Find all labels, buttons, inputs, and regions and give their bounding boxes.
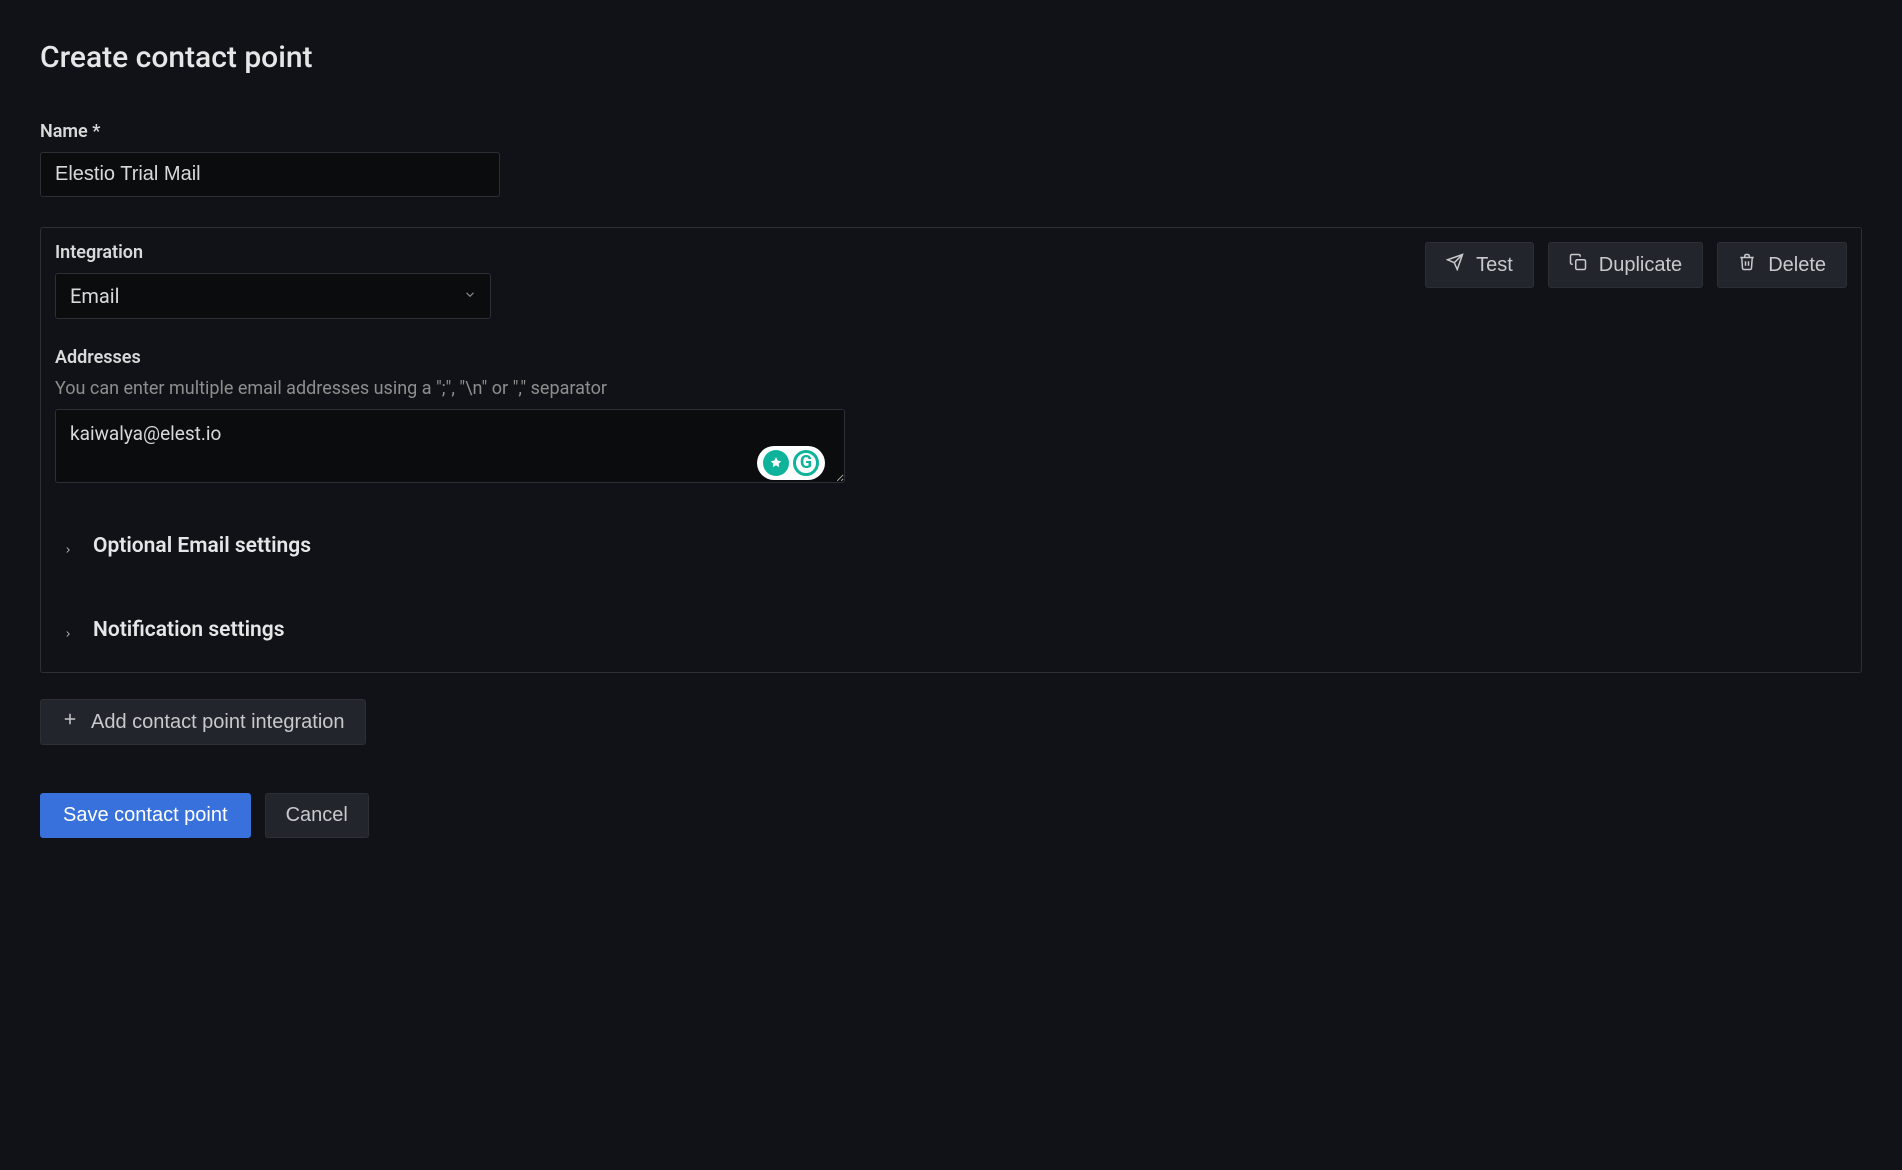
delete-button-label: Delete [1768,254,1826,277]
page-title: Create contact point [40,40,1862,75]
trash-icon [1738,253,1756,277]
test-button-label: Test [1476,254,1513,277]
add-integration-label: Add contact point integration [91,711,345,734]
integration-label: Integration [55,242,1425,263]
test-button[interactable]: Test [1425,242,1534,288]
duplicate-button[interactable]: Duplicate [1548,242,1703,288]
duplicate-button-label: Duplicate [1599,254,1682,277]
notification-settings-label: Notification settings [93,618,285,642]
delete-button[interactable]: Delete [1717,242,1847,288]
addresses-textarea[interactable]: kaiwalya@elest.io [55,409,845,483]
grammarly-g-icon: G [793,450,819,476]
name-label: Name * [40,121,1862,142]
addresses-hint: You can enter multiple email addresses u… [55,378,1847,399]
copy-icon [1569,253,1587,277]
optional-email-settings-label: Optional Email settings [93,534,311,558]
addresses-label: Addresses [55,347,1847,368]
add-integration-button[interactable]: Add contact point integration [40,699,366,745]
plus-icon [61,710,79,734]
notification-settings-toggle[interactable]: Notification settings [55,618,1847,642]
name-field: Name * [40,121,1862,197]
chevron-right-icon [63,625,73,635]
optional-email-settings-toggle[interactable]: Optional Email settings [55,534,1847,558]
send-icon [1446,253,1464,277]
footer-actions: Save contact point Cancel [40,793,1862,838]
save-button[interactable]: Save contact point [40,793,251,838]
grammarly-badge[interactable]: G [757,446,825,480]
cancel-button[interactable]: Cancel [265,793,369,838]
grammarly-tone-icon [763,450,789,476]
addresses-field: Addresses You can enter multiple email a… [55,347,1847,488]
chevron-right-icon [63,541,73,551]
name-input[interactable] [40,152,500,197]
integration-select[interactable]: Email [55,273,491,319]
integration-panel: Integration Email Test Duplicate [40,227,1862,673]
integration-action-row: Test Duplicate Delete [1425,242,1847,288]
